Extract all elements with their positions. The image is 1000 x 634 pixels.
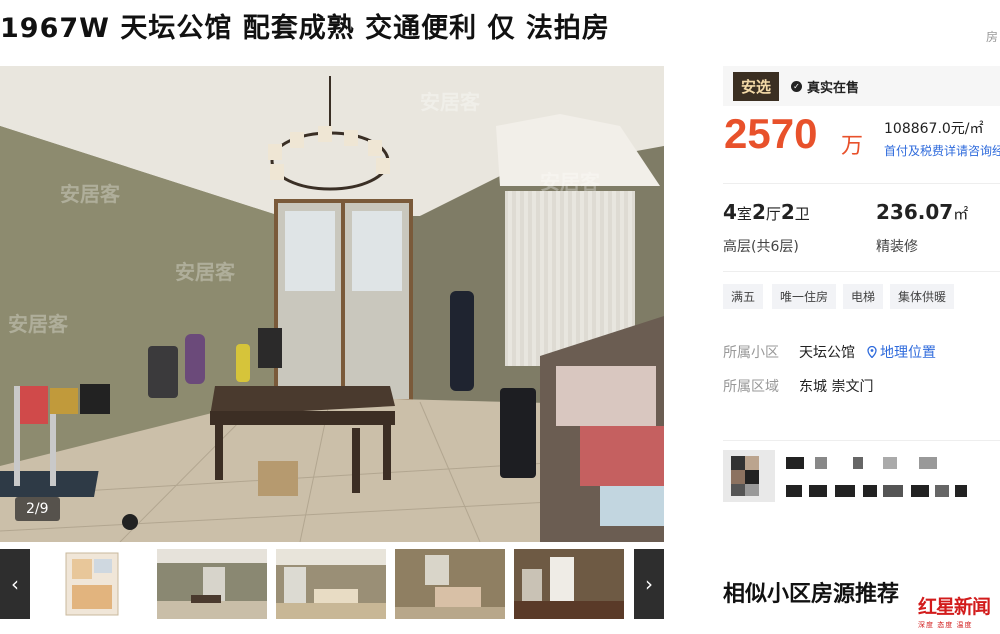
agent-avatar <box>723 450 775 502</box>
blurred-name <box>919 457 937 469</box>
district-row: 所属区域 东城 崇文门 <box>723 376 873 396</box>
unit-price: 108867.0元/㎡ <box>884 121 984 137</box>
feature-tags: 满五 唯一住房 电梯 集体供暖 <box>723 284 1000 326</box>
main-photo[interactable]: 安居客 安居客 安居客 安居客 安居客 <box>0 66 664 542</box>
blurred-name <box>815 457 827 469</box>
blurred-phone <box>835 485 855 497</box>
listing-title: 1967W 天坛公馆 配套成熟 交通便利 仅 法拍房 <box>0 13 610 44</box>
watermark-4: 安居客 <box>8 312 68 336</box>
blurred-phone <box>863 485 877 497</box>
listing-info-panel: 安选 ✓ 真实在售 2570 万 108867.0元/㎡ 首付及税费详请咨询经 … <box>723 66 1000 395</box>
district-label: 所属区域 <box>723 379 779 395</box>
livingroom-unit: 厅 <box>765 205 781 223</box>
community-name[interactable]: 天坛公馆 <box>799 345 855 361</box>
room-photo-illustration <box>0 66 664 542</box>
check-circle-icon: ✓ <box>791 80 803 92</box>
thumbnail-prev-button[interactable]: ‹ <box>0 549 30 619</box>
dining-room-thumbnail-image <box>276 549 386 619</box>
watermark-1: 安居客 <box>420 90 480 114</box>
floorplan-thumbnail-image <box>38 549 148 619</box>
thumbnail-next-button[interactable]: › <box>634 549 664 619</box>
geo-location-link[interactable]: 地理位置 <box>867 345 936 361</box>
decoration-info: 精装修 <box>876 239 918 255</box>
chevron-right-icon: › <box>645 572 653 596</box>
living-room-thumbnail-image <box>157 549 267 619</box>
tax-consult-link[interactable]: 首付及税费详请咨询经 <box>884 142 1000 159</box>
real-listing-badge: ✓ 真实在售 <box>791 77 859 96</box>
area-value: 236.07㎡ <box>876 200 968 224</box>
watermark-5: 安居客 <box>540 170 600 194</box>
total-price: 2570 <box>724 110 818 157</box>
badge-row: 安选 ✓ 真实在售 <box>723 66 1000 106</box>
total-price-unit: 万 <box>841 134 864 159</box>
news-logo: 红星新闻 深度 态度 温度 <box>918 592 998 629</box>
geo-location-label: 地理位置 <box>880 345 936 361</box>
thumbnail-living-room[interactable] <box>157 549 267 619</box>
location-pin-icon <box>867 346 877 358</box>
district-name[interactable]: 东城 崇文门 <box>799 379 873 395</box>
thumbnail-dining-room[interactable] <box>276 549 386 619</box>
watermark-3: 安居客 <box>175 260 235 284</box>
watermark-2: 安居客 <box>60 182 120 206</box>
blurred-phone <box>809 485 827 497</box>
spec-row: 4室2厅2卫 高层(共6层) 236.07㎡ 精装修 <box>723 184 1000 272</box>
blurred-phone <box>786 485 802 497</box>
chevron-left-icon: ‹ <box>11 572 19 596</box>
corner-tag[interactable]: 房 <box>986 28 998 45</box>
community-label: 所属小区 <box>723 345 779 361</box>
bathroom-count: 2 <box>780 200 795 224</box>
bathroom-unit: 卫 <box>794 205 810 223</box>
logo-text: 红星新闻 <box>918 596 991 618</box>
agent-card[interactable] <box>723 440 1000 520</box>
blurred-phone <box>911 485 929 497</box>
area-number: 236.07 <box>876 200 954 224</box>
thumbnail-bedroom[interactable] <box>395 549 505 619</box>
real-listing-label: 真实在售 <box>807 80 860 96</box>
area-unit: ㎡ <box>953 205 969 223</box>
bedroom-unit: 室 <box>736 205 752 223</box>
hallway-thumbnail-image <box>514 549 624 619</box>
bedroom-count: 4 <box>723 200 737 224</box>
tag-item: 满五 <box>723 284 764 309</box>
blurred-name <box>853 457 863 469</box>
room-layout: 4室2厅2卫 <box>723 200 810 224</box>
blurred-name <box>883 457 897 469</box>
thumbnail-strip: ‹ › <box>0 549 664 619</box>
thumbnail-floorplan[interactable] <box>38 549 148 619</box>
price-row: 2570 万 108867.0元/㎡ 首付及税费详请咨询经 <box>723 106 1000 184</box>
photo-counter: 2/9 <box>15 497 60 521</box>
blurred-name <box>786 457 804 469</box>
thumbnail-hallway[interactable] <box>514 549 624 619</box>
blurred-phone <box>935 485 949 497</box>
livingroom-count: 2 <box>751 200 766 224</box>
bedroom-thumbnail-image <box>395 549 505 619</box>
anxuan-badge: 安选 <box>733 71 780 101</box>
similar-listings-heading: 相似小区房源推荐 <box>723 582 900 607</box>
tag-item: 唯一住房 <box>772 284 837 309</box>
community-row: 所属小区 天坛公馆 地理位置 <box>723 342 936 362</box>
tag-item: 电梯 <box>843 284 884 309</box>
tag-item: 集体供暖 <box>890 284 955 309</box>
floor-info: 高层(共6层) <box>723 239 799 255</box>
blurred-phone <box>955 485 967 497</box>
blurred-phone <box>883 485 903 497</box>
logo-subtext: 深度 态度 温度 <box>918 621 973 629</box>
